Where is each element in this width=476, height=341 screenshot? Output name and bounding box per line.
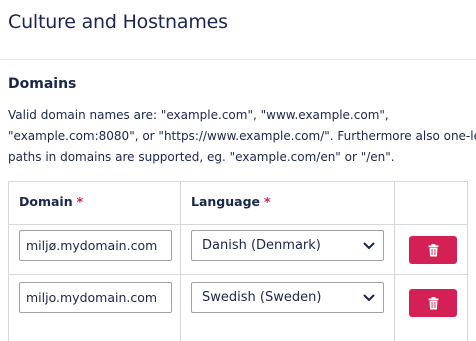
row-divider: [9, 224, 467, 225]
delete-domain-button[interactable]: [409, 289, 457, 317]
section-title-domains: Domains: [8, 76, 77, 92]
chevron-down-icon: [363, 294, 375, 301]
delete-domain-button[interactable]: [409, 236, 457, 264]
description-line: "example.com:8080", or "https://www.exam…: [8, 129, 476, 143]
required-marker: *: [264, 194, 271, 209]
domain-input[interactable]: [19, 230, 172, 261]
domains-description: Valid domain names are: "example.com", "…: [8, 105, 476, 168]
language-select-value: Danish (Denmark): [202, 238, 321, 253]
column-header-label: Language: [191, 194, 261, 209]
domain-input[interactable]: [19, 282, 172, 313]
column-header-domain: Domain *: [19, 194, 83, 209]
column-header-language: Language *: [191, 194, 271, 209]
language-select[interactable]: Danish (Denmark): [191, 230, 384, 261]
language-select-value: Swedish (Sweden): [202, 290, 322, 305]
chevron-down-icon: [363, 242, 375, 249]
required-marker: *: [76, 194, 84, 209]
description-line: paths in domains are supported, eg. "exa…: [8, 150, 395, 164]
domains-table: Domain* Language* Danish (Denmark) Swedi…: [8, 181, 468, 341]
page-header: Culture and Hostnames: [0, 0, 476, 60]
trash-icon: [428, 243, 438, 256]
trash-icon: [428, 296, 438, 309]
column-divider: [180, 182, 181, 341]
page-title: Culture and Hostnames: [8, 11, 228, 33]
column-header-label: Domain: [19, 194, 73, 209]
description-line: Valid domain names are: "example.com", "…: [8, 108, 389, 122]
column-divider: [394, 182, 395, 341]
row-divider: [9, 274, 467, 275]
language-select[interactable]: Swedish (Sweden): [191, 282, 384, 313]
